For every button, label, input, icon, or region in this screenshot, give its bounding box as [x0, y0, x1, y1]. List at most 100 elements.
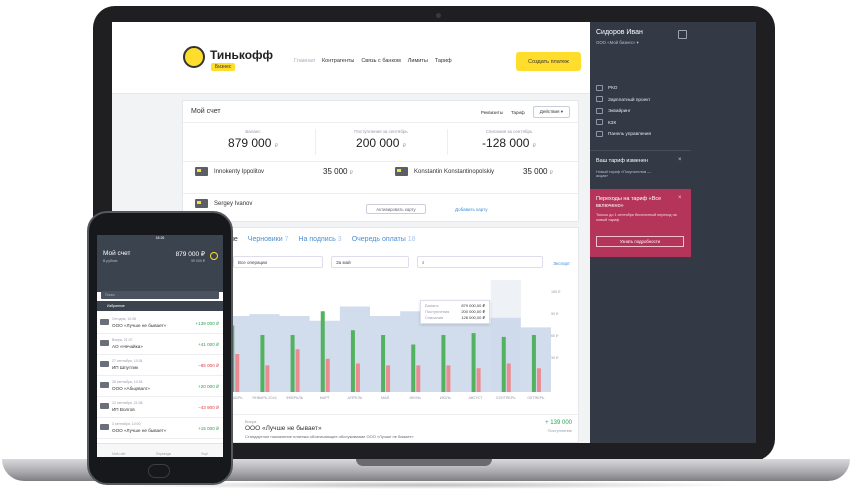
phone-item-date: 27 сентября, 10:34	[112, 359, 143, 363]
expense-bar[interactable]	[265, 365, 270, 392]
x-tick-label: МАЙ	[380, 396, 390, 400]
expense-bar[interactable]	[446, 365, 451, 392]
x-tick-label: АВГУСТ	[468, 396, 483, 400]
kpi-income: Поступления за сентябрь 200 000 ₽	[331, 129, 431, 150]
card-icon	[395, 167, 408, 176]
expense-bar[interactable]	[235, 354, 240, 392]
phone-bottom-nav: Мой счёт Переводы Ещё	[97, 443, 223, 457]
create-payment-button[interactable]: Создать платеж	[516, 52, 581, 71]
phone-search-input[interactable]: Поиск	[101, 291, 219, 299]
income-bar[interactable]	[411, 344, 416, 393]
phone-operations-list: Сегодня, 10:08 ООО «Лучше не бывает» +139 …	[97, 313, 223, 439]
check-icon	[596, 119, 603, 126]
sidebar-item-control-panel[interactable]: Панель управления	[596, 128, 651, 140]
phone-item-name: АО «Нечайка»	[112, 344, 143, 349]
phone-nav-transfers[interactable]: Переводы	[156, 452, 171, 457]
tab-to-sign[interactable]: На подпись 3	[298, 236, 341, 243]
nav-item-contractors[interactable]: Контрагенты	[322, 58, 354, 64]
phone-list-item[interactable]: Вчера, 21:07 АО «Нечайка» +41 000 ₽	[97, 334, 223, 355]
expense-bar[interactable]	[476, 368, 481, 392]
nav-item-home[interactable]: Главная	[294, 58, 315, 64]
card-row[interactable]: Innokenty Ippolitov	[195, 167, 264, 176]
tab-payment-queue[interactable]: Очередь оплаты 18	[352, 236, 416, 243]
tab-drafts[interactable]: Черновики 7	[248, 236, 289, 243]
sidebar-item-rko[interactable]: РКО	[596, 82, 651, 94]
search-input[interactable]: ⌕	[417, 256, 543, 268]
sidebar-item-salary[interactable]: Зарплатный проект	[596, 94, 651, 106]
card-row[interactable]: Konstantin Konstantinopolskiy	[395, 167, 494, 176]
brand-emblem-icon	[183, 46, 205, 68]
nav-item-bank-link[interactable]: Связь с банком	[361, 58, 400, 64]
phone-item-amount: +15 000 ₽	[198, 426, 219, 431]
kpi-value: 200 000	[356, 136, 400, 150]
user-name[interactable]: Сидоров Иван	[596, 29, 643, 36]
phone-item-name: ООО «Лучше не бывает»	[112, 323, 167, 328]
x-tick-label: ИЮЛЬ	[439, 396, 451, 400]
nav-item-tariff[interactable]: Тариф	[435, 58, 452, 64]
operation-row[interactable]: Вчера ООО «Лучше не бывает» Стандартное …	[183, 414, 580, 443]
income-bar[interactable]	[471, 333, 476, 392]
phone-list-item[interactable]: 3 сентября, 10:00 ООО «Лучше не бывает» +1…	[97, 418, 223, 439]
phone-nav-account[interactable]: Мой счёт	[112, 452, 126, 457]
account-title: Мой счет	[191, 108, 221, 115]
expense-bar[interactable]	[416, 365, 421, 392]
card-icon	[195, 199, 208, 208]
phone-list-item[interactable]: 27 сентября, 10:34 ИП Шпутлик −65 000 ₽	[97, 355, 223, 376]
phone-nav-more[interactable]: Ещё	[201, 452, 208, 457]
balance-area	[189, 306, 551, 392]
expense-bar[interactable]	[295, 349, 300, 392]
sidebar-item-acquiring[interactable]: Эквайринг	[596, 105, 651, 117]
close-icon[interactable]: ×	[678, 195, 682, 201]
income-bar[interactable]	[531, 335, 536, 392]
phone-item-amount: −43 900 ₽	[198, 405, 219, 410]
expense-bar[interactable]	[386, 365, 391, 392]
expense-bar[interactable]	[355, 363, 360, 393]
divider	[315, 129, 316, 155]
promo-details-button[interactable]: Узнать подробности	[596, 236, 684, 247]
requisites-link[interactable]: Реквизиты	[481, 110, 503, 115]
transaction-icon	[100, 382, 109, 388]
close-icon[interactable]: ×	[678, 157, 682, 163]
income-bar[interactable]	[260, 335, 265, 392]
x-tick-label: МАРТ	[319, 396, 330, 400]
phone-list-item[interactable]: 12 сентября, 21:08 ИП Волгов −43 900 ₽	[97, 397, 223, 418]
operation-date: Вчера	[245, 419, 257, 424]
income-bar[interactable]	[381, 335, 386, 392]
tariff-link[interactable]: Тариф	[511, 110, 525, 115]
phone-list-item[interactable]: Сегодня, 10:08 ООО «Лучше не бывает» +139 …	[97, 313, 223, 334]
income-bar[interactable]	[320, 311, 325, 392]
add-icon[interactable]	[210, 252, 218, 260]
phone-item-name: ИП Волгов	[112, 407, 135, 412]
sidebar-item-kzk[interactable]: КЗК	[596, 117, 651, 129]
phone-list-item[interactable]: 26 сентября, 10:34 ООО «Абырвалг» +20 000 …	[97, 376, 223, 397]
divider	[447, 129, 448, 155]
phone-item-amount: −65 000 ₽	[198, 363, 219, 368]
income-bar[interactable]	[350, 330, 355, 392]
phone-account-title: Мой счет	[103, 250, 131, 257]
phone-home-button[interactable]	[148, 464, 170, 478]
expense-bar[interactable]	[506, 363, 511, 393]
phone-tab-favorites[interactable]: Избранное	[97, 301, 223, 311]
expense-bar[interactable]	[536, 368, 541, 392]
income-bar[interactable]	[441, 335, 446, 392]
income-bar[interactable]	[290, 335, 295, 392]
card-row[interactable]: Sergey Ivanov	[195, 199, 252, 208]
kpi-currency: ₽	[402, 143, 406, 149]
brand-name[interactable]: Тинькофф	[210, 48, 273, 62]
nav-item-limits[interactable]: Лимиты	[408, 58, 428, 64]
activate-card-button[interactable]: Активировать карту	[366, 204, 426, 214]
actions-dropdown[interactable]: Действия ▾	[532, 106, 570, 118]
operation-type-select[interactable]: Все операции	[233, 256, 323, 268]
expense-bar[interactable]	[325, 358, 330, 392]
phone-screen: 18:26 Мой счет В рублях 879 000 ₽ 99 000…	[97, 235, 223, 457]
export-link[interactable]: Экспорт	[553, 261, 570, 266]
phone-account-header: Мой счет В рублях 879 000 ₽ 99 000 ₽	[97, 242, 223, 292]
income-bar[interactable]	[501, 336, 506, 392]
phone-item-date: 3 сентября, 10:00	[112, 422, 141, 426]
logout-icon[interactable]	[678, 30, 687, 39]
org-selector[interactable]: ООО «Мой бизнес» ▾	[596, 40, 639, 46]
sidebar: Сидоров Иван ООО «Мой бизнес» ▾ РКО Зарп…	[590, 22, 756, 443]
period-select[interactable]: За май	[331, 256, 409, 268]
add-card-link[interactable]: Добавить карту	[455, 207, 487, 212]
x-tick-label: ЯНВАРЬ 2016	[252, 396, 277, 400]
